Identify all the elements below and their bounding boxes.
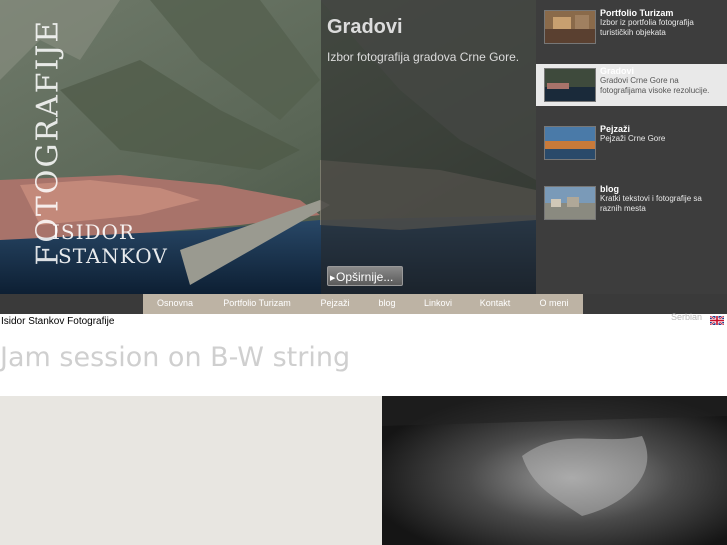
language-serbian-link[interactable]: Serbian: [671, 312, 702, 322]
nav-item-osnovna[interactable]: Osnovna: [143, 294, 207, 314]
signature-line2: STANKOV: [58, 244, 168, 268]
sidebar-item-title: blog: [600, 184, 619, 194]
sidebar-item-pejzazi[interactable]: Pejzaži Pejzaži Crne Gore: [536, 122, 727, 164]
nav-item-linkovi[interactable]: Linkovi: [411, 294, 465, 314]
read-more-button[interactable]: ▶ Opširnije...: [327, 266, 403, 286]
sidebar-item-desc: Izbor iz portfolia fotografija turističk…: [600, 18, 694, 37]
site-name: Isidor Stankov Fotografije: [1, 316, 115, 327]
thumbnail-image: [544, 186, 596, 220]
signature-logo: ISIDOR STANKOV: [52, 220, 168, 268]
main-nav: Osnovna Portfolio Turizam Pejzaži blog L…: [143, 294, 583, 314]
nav-item-o-meni[interactable]: O meni: [525, 294, 583, 314]
thumbnail-image: [544, 10, 596, 44]
thumbnail-image: [544, 126, 596, 160]
sidebar-item-title: Gradovi: [600, 66, 635, 76]
caption-overlay: [321, 0, 536, 294]
nav-item-portfolio-turizam[interactable]: Portfolio Turizam: [207, 294, 307, 314]
uk-flag-icon[interactable]: [709, 310, 725, 326]
sidebar-item-desc: Gradovi Crne Gore na fotografijama visok…: [600, 76, 710, 95]
sidebar-item-portfolio-turizam[interactable]: Portfolio Turizam Izbor iz portfolia fot…: [536, 6, 727, 48]
content-panel: [0, 396, 382, 545]
read-more-label: Opširnije...: [336, 270, 394, 284]
sidebar-item-gradovi[interactable]: Gradovi Gradovi Crne Gore na fotografija…: [536, 64, 727, 106]
nav-item-blog[interactable]: blog: [363, 294, 411, 314]
post-photo[interactable]: [382, 396, 727, 545]
overlay-title: Gradovi: [327, 16, 403, 38]
nav-item-pejzazi[interactable]: Pejzaži: [307, 294, 363, 314]
play-arrow-icon: ▶: [330, 275, 336, 282]
signature-line1: ISIDOR: [52, 220, 135, 244]
sidebar-item-blog[interactable]: blog Kratki tekstovi i fotografije sa ra…: [536, 182, 727, 224]
nav-item-kontakt[interactable]: Kontakt: [465, 294, 525, 314]
sidebar-item-title: Pejzaži: [600, 124, 631, 134]
overlay-subtitle: Izbor fotografija gradova Crne Gore.: [327, 50, 520, 64]
post-title[interactable]: Jam session on B-W string: [0, 342, 350, 373]
sidebar-item-desc: Kratki tekstovi i fotografije sa raznih …: [600, 194, 702, 213]
slider-sidebar: Portfolio Turizam Izbor iz portfolia fot…: [536, 0, 727, 294]
sidebar-item-desc: Pejzaži Crne Gore: [600, 134, 666, 143]
hero-banner: FOTOGRAFIJE ISIDOR STANKOV Gradovi Izbor…: [0, 0, 727, 294]
thumbnail-image: [544, 68, 596, 102]
sidebar-item-title: Portfolio Turizam: [600, 8, 674, 18]
